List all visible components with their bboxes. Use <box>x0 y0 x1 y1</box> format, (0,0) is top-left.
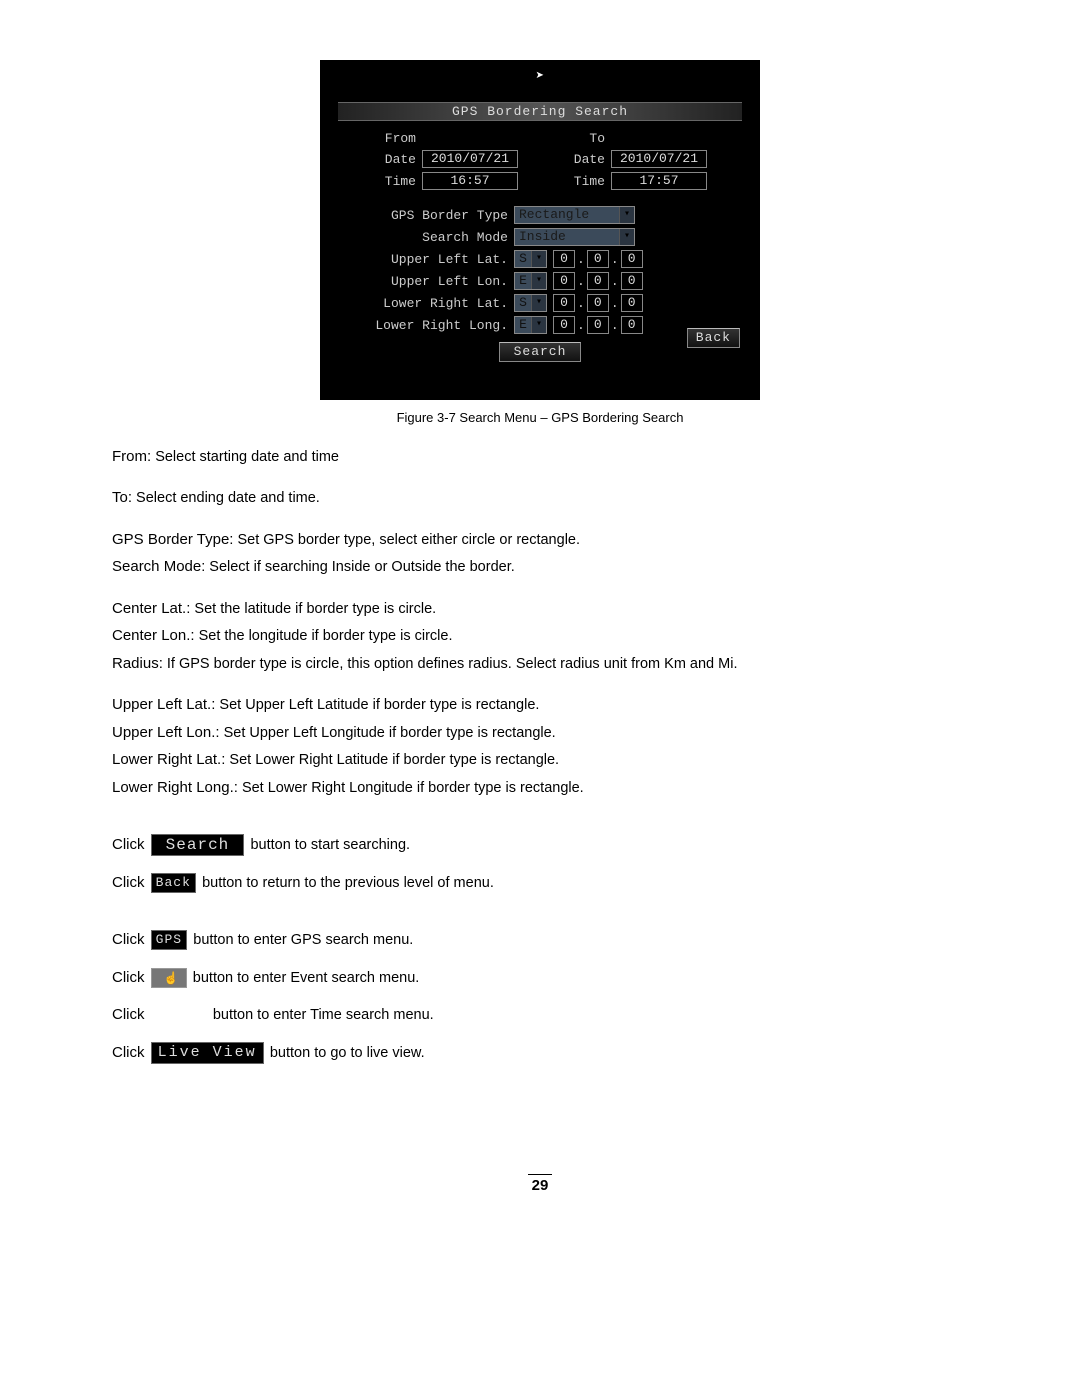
hemisphere-select[interactable]: E▾ <box>514 272 547 290</box>
coord-field[interactable]: 0 <box>621 272 643 290</box>
term: Lower Right Long.: <box>112 779 238 796</box>
to-time-label: Time <box>553 174 605 189</box>
coord-field[interactable]: 0 <box>587 294 609 312</box>
osd-screenshot: ➤ GPS Bordering Search From Date 2010/07… <box>320 60 760 400</box>
from-time-label: Time <box>338 174 416 189</box>
search-mode-select[interactable]: Inside ▾ <box>514 228 635 246</box>
term: Radius: <box>112 655 163 672</box>
from-time-field[interactable]: 16:57 <box>422 172 518 190</box>
coord-field[interactable]: 0 <box>553 250 575 268</box>
to-date-label: Date <box>553 152 605 167</box>
chevron-down-icon: ▾ <box>619 207 634 223</box>
inline-back-button[interactable]: Back <box>151 873 196 893</box>
coord-field[interactable]: 0 <box>587 316 609 334</box>
osd-title: GPS Bordering Search <box>338 102 742 121</box>
to-header: To <box>553 131 605 146</box>
hemisphere-select[interactable]: E▾ <box>514 316 547 334</box>
inline-gps-button[interactable]: GPS <box>151 930 187 950</box>
from-date-label: Date <box>338 152 416 167</box>
coord-row: Upper Left Lon.E▾0.0.0 <box>338 272 742 290</box>
term: To: <box>112 489 132 506</box>
page-number: 29 <box>112 1174 968 1194</box>
coord-row: Upper Left Lat.S▾0.0.0 <box>338 250 742 268</box>
term: From: <box>112 448 151 465</box>
manual-page: ➤ GPS Bordering Search From Date 2010/07… <box>0 0 1080 1234</box>
hemisphere-select[interactable]: S▾ <box>514 294 547 312</box>
hand-cursor-icon: ☝ <box>164 969 180 987</box>
coord-label: Lower Right Long. <box>338 318 514 333</box>
inline-search-button[interactable]: Search <box>151 834 245 856</box>
term: Center Lat.: <box>112 600 190 617</box>
coord-field[interactable]: 0 <box>587 272 609 290</box>
chevron-down-icon: ▾ <box>619 229 634 245</box>
figure-wrapper: ➤ GPS Bordering Search From Date 2010/07… <box>112 60 968 425</box>
chevron-down-icon: ▾ <box>531 317 546 333</box>
coord-row: Lower Right Long.E▾0.0.0 <box>338 316 742 334</box>
inline-event-button[interactable]: ☝ <box>151 968 187 988</box>
border-type-label: GPS Border Type <box>338 208 514 223</box>
coord-row: Lower Right Lat.S▾0.0.0 <box>338 294 742 312</box>
from-date-field[interactable]: 2010/07/21 <box>422 150 518 168</box>
coord-field[interactable]: 0 <box>553 294 575 312</box>
term: Upper Left Lat.: <box>112 696 215 713</box>
figure-caption: Figure 3-7 Search Menu – GPS Bordering S… <box>397 410 684 425</box>
hemisphere-select[interactable]: S▾ <box>514 250 547 268</box>
search-button[interactable]: Search <box>499 342 581 362</box>
coord-field[interactable]: 0 <box>553 316 575 334</box>
coord-label: Lower Right Lat. <box>338 296 514 311</box>
coord-label: Upper Left Lat. <box>338 252 514 267</box>
description-text: From: Select starting date and time To: … <box>112 445 968 1064</box>
term: GPS Border Type: <box>112 531 233 548</box>
to-date-field[interactable]: 2010/07/21 <box>611 150 707 168</box>
term: Search Mode <box>112 558 201 575</box>
chevron-down-icon: ▾ <box>531 251 546 267</box>
from-header: From <box>338 131 416 146</box>
search-mode-label: Search Mode <box>338 230 514 245</box>
back-button[interactable]: Back <box>687 328 740 348</box>
term: Center Lon.: <box>112 627 195 644</box>
coord-field[interactable]: 0 <box>553 272 575 290</box>
coord-field[interactable]: 0 <box>621 250 643 268</box>
term: Upper Left Lon.: <box>112 724 220 741</box>
chevron-down-icon: ▾ <box>531 273 546 289</box>
coord-field[interactable]: 0 <box>587 250 609 268</box>
coord-field[interactable]: 0 <box>621 316 643 334</box>
border-type-select[interactable]: Rectangle ▾ <box>514 206 635 224</box>
to-time-field[interactable]: 17:57 <box>611 172 707 190</box>
term: Lower Right Lat.: <box>112 751 225 768</box>
chevron-down-icon: ▾ <box>531 295 546 311</box>
coord-label: Upper Left Lon. <box>338 274 514 289</box>
coord-field[interactable]: 0 <box>621 294 643 312</box>
inline-live-view-button[interactable]: Live View <box>151 1042 264 1064</box>
cursor-icon: ➤ <box>536 68 544 85</box>
